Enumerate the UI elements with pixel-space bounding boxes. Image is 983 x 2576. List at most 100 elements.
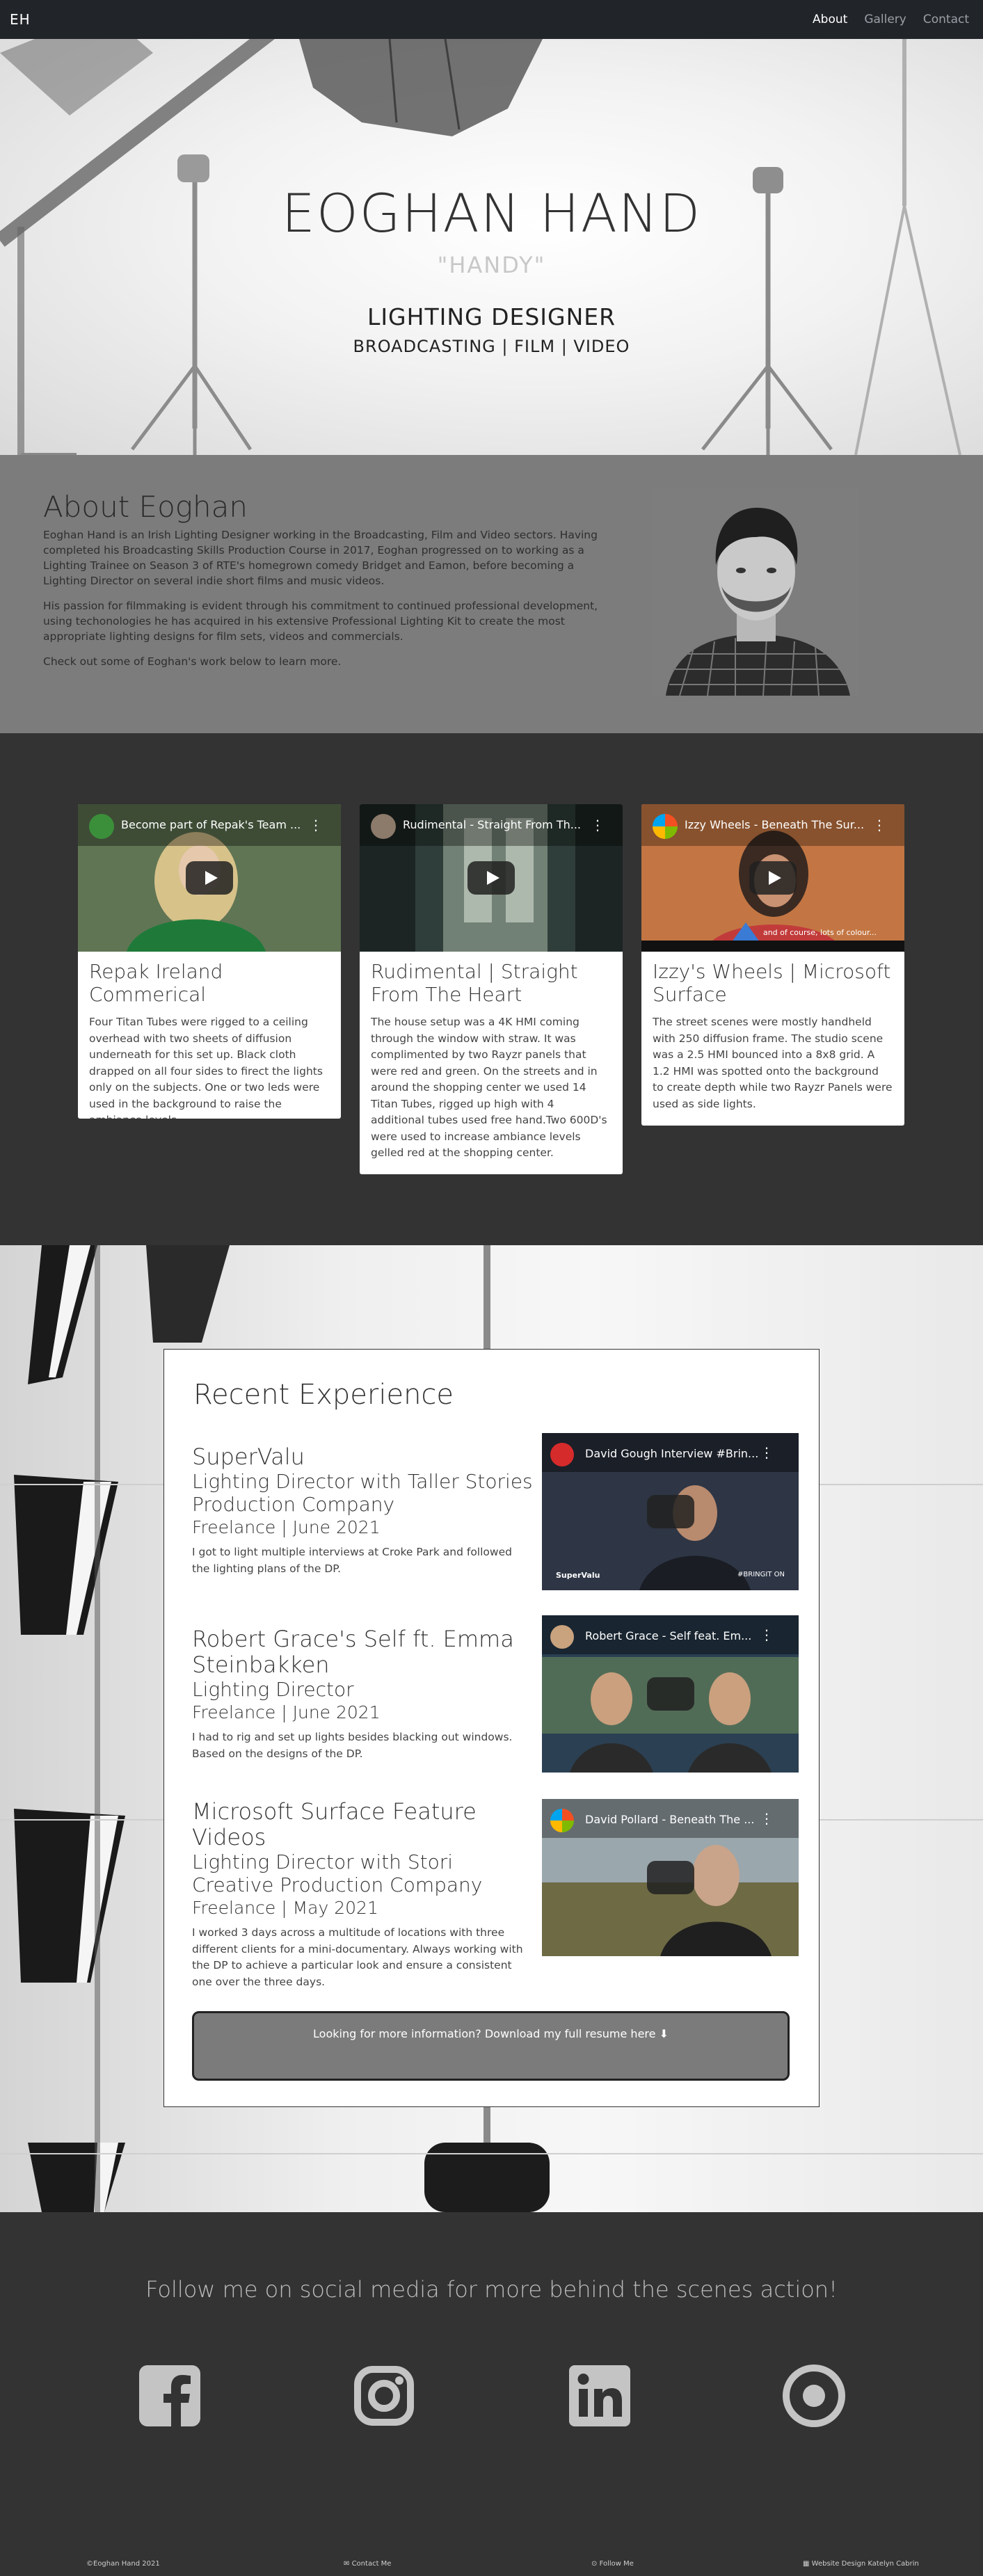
footer-credit-label: Website Design Katelyn Cabrin bbox=[811, 2560, 919, 2568]
video-title[interactable]: Become part of Repak's Team ... bbox=[121, 818, 316, 831]
hero-section: EOGHAN HAND "HANDY" LIGHTING DESIGNER BR… bbox=[0, 39, 983, 455]
project-description: The house setup was a 4K HMI coming thro… bbox=[371, 1016, 607, 1159]
download-icon: ⬇ bbox=[659, 2027, 669, 2040]
resume-text: Looking for more information? Download m… bbox=[313, 2027, 656, 2040]
video-embed[interactable]: Izzy Wheels - Beneath The Sur... ⋮ and o… bbox=[641, 804, 904, 952]
footer-contact-label: Contact Me bbox=[351, 2560, 392, 2568]
studio-lights-background bbox=[0, 39, 961, 455]
hero-role: LIGHTING DESIGNER bbox=[367, 303, 616, 330]
about-title: About Eoghan bbox=[43, 490, 248, 524]
resume-download-label: Looking for more information? Download m… bbox=[194, 2027, 788, 2040]
instagram-icon[interactable] bbox=[351, 2362, 417, 2429]
video-title[interactable]: David Gough Interview #Brin... bbox=[585, 1447, 758, 1460]
about-paragraph: Eoghan Hand is an Irish Lighting Designe… bbox=[43, 529, 598, 587]
footer-follow-link[interactable]: ⊙ Follow Me bbox=[591, 2560, 634, 2568]
brand-logo[interactable]: EH bbox=[10, 11, 31, 28]
video-tag: #BRINGIT ON bbox=[737, 1571, 785, 1578]
video-embed[interactable]: Rudimental - Straight From Th... ⋮ bbox=[360, 804, 623, 952]
job-title: SuperValu bbox=[192, 1443, 305, 1470]
channel-avatar[interactable] bbox=[550, 1443, 574, 1466]
project-card: Izzy Wheels - Beneath The Sur... ⋮ and o… bbox=[641, 804, 904, 1126]
project-title: Rudimental | Straight From The Heart bbox=[371, 960, 578, 1006]
share-icon: ⊙ bbox=[591, 2560, 598, 2568]
social-title: Follow me on social media for more behin… bbox=[145, 2276, 838, 2303]
channel-avatar[interactable] bbox=[89, 814, 114, 839]
experience-section: Recent Experience SuperValu Lighting Dir… bbox=[0, 1245, 983, 2212]
job-title: Robert Grace's Self ft. Emma Steinbakken bbox=[192, 1626, 514, 1678]
play-button[interactable] bbox=[186, 861, 233, 895]
hero-nickname: "HANDY" bbox=[437, 252, 546, 278]
channel-avatar[interactable] bbox=[550, 1625, 574, 1649]
job-description: I worked 3 days across a multitude of lo… bbox=[192, 1926, 523, 1988]
nav-link-gallery[interactable]: Gallery bbox=[864, 13, 906, 26]
nav-link-about[interactable]: About bbox=[813, 13, 847, 26]
job-meta: Freelance | June 2021 bbox=[192, 1702, 381, 1722]
video-title[interactable]: Izzy Wheels - Beneath The Sur... bbox=[685, 818, 879, 831]
nav-links: About Gallery Contact bbox=[813, 13, 973, 26]
video-caption: and of course, lots of colour... bbox=[762, 928, 877, 937]
linkedin-icon[interactable] bbox=[566, 2362, 633, 2429]
about-paragraph: His passion for filmmaking is evident th… bbox=[43, 600, 598, 643]
nav-link-contact[interactable]: Contact bbox=[923, 13, 969, 26]
job-description: I got to light multiple interviews at Cr… bbox=[192, 1546, 512, 1575]
play-button[interactable] bbox=[749, 861, 797, 895]
project-description: The street scenes were mostly handheld w… bbox=[653, 1016, 893, 1110]
more-options-icon[interactable]: ⋮ bbox=[872, 817, 886, 833]
video-embed[interactable]: Become part of Repak's Team ... ⋮ bbox=[78, 804, 341, 952]
channel-avatar[interactable] bbox=[371, 814, 396, 839]
more-options-icon[interactable]: ⋮ bbox=[760, 1810, 774, 1827]
grid-icon: ▦ bbox=[803, 2560, 810, 2568]
video-title[interactable]: Rudimental - Straight From Th... bbox=[403, 818, 598, 831]
video-embed[interactable]: David Pollard - Beneath The ... ⋮ bbox=[542, 1799, 799, 1956]
footer-credit: ▦ Website Design Katelyn Cabrin bbox=[803, 2560, 919, 2568]
video-title[interactable]: David Pollard - Beneath The ... bbox=[585, 1813, 754, 1826]
project-title: Izzy's Wheels | Microsoft Surface bbox=[653, 960, 891, 1006]
about-section: About Eoghan Eoghan Hand is an Irish Lig… bbox=[0, 455, 983, 733]
target-icon[interactable] bbox=[781, 2362, 847, 2429]
video-title[interactable]: Robert Grace - Self feat. Em... bbox=[585, 1629, 751, 1642]
footer-copyright: ©Eoghan Hand 2021 bbox=[86, 2560, 160, 2568]
play-button[interactable] bbox=[646, 1677, 694, 1711]
about-text: Eoghan Hand is an Irish Lighting Designe… bbox=[43, 527, 614, 679]
projects-section: Become part of Repak's Team ... ⋮ Repak … bbox=[0, 733, 983, 1245]
play-button[interactable] bbox=[467, 861, 515, 895]
footer-contact-link[interactable]: ✉ Contact Me bbox=[344, 2560, 391, 2568]
video-badge: SuperValu bbox=[556, 1571, 600, 1580]
mail-icon: ✉ bbox=[344, 2560, 350, 2568]
play-button[interactable] bbox=[646, 1495, 694, 1528]
job-meta: Freelance | June 2021 bbox=[192, 1517, 381, 1537]
video-embed[interactable]: David Gough Interview #Brin... ⋮ SuperVa… bbox=[542, 1433, 799, 1590]
experience-panel: Recent Experience SuperValu Lighting Dir… bbox=[163, 1349, 820, 2107]
hero-subtitle: BROADCASTING | FILM | VIDEO bbox=[353, 337, 630, 356]
social-section: Follow me on social media for more behin… bbox=[0, 2212, 983, 2576]
more-options-icon[interactable]: ⋮ bbox=[760, 1626, 774, 1643]
facebook-icon[interactable] bbox=[136, 2362, 203, 2429]
project-description: Four Titan Tubes were rigged to a ceilin… bbox=[89, 1016, 323, 1119]
play-button[interactable] bbox=[646, 1861, 694, 1894]
job-role: Lighting Director bbox=[192, 1678, 354, 1701]
job-role: Lighting Director with Stori Creative Pr… bbox=[192, 1850, 483, 1896]
job-title: Microsoft Surface Feature Videos bbox=[192, 1798, 477, 1850]
video-embed[interactable]: Robert Grace - Self feat. Em... ⋮ bbox=[542, 1615, 799, 1773]
project-title: Repak Ireland Commerical bbox=[89, 960, 223, 1006]
resume-download-button[interactable]: Looking for more information? Download m… bbox=[192, 2011, 790, 2081]
project-card: Rudimental - Straight From Th... ⋮ Rudim… bbox=[360, 804, 623, 1174]
channel-avatar[interactable] bbox=[550, 1809, 574, 1832]
more-options-icon[interactable]: ⋮ bbox=[591, 817, 605, 833]
job-role: Lighting Director with Taller Stories Pr… bbox=[192, 1470, 533, 1516]
footer-follow-label: Follow Me bbox=[599, 2560, 634, 2568]
job-meta: Freelance | May 2021 bbox=[192, 1898, 378, 1918]
job-entry: Robert Grace's Self ft. Emma Steinbakken… bbox=[192, 1626, 533, 1762]
navbar: EH About Gallery Contact bbox=[0, 0, 983, 39]
project-card: Become part of Repak's Team ... ⋮ Repak … bbox=[78, 804, 341, 1119]
experience-heading: Recent Experience bbox=[193, 1379, 454, 1411]
about-paragraph: Check out some of Eoghan's work below to… bbox=[43, 655, 342, 668]
footer: ©Eoghan Hand 2021 ✉ Contact Me ⊙ Follow … bbox=[0, 2560, 983, 2574]
portrait-photo bbox=[652, 488, 859, 696]
job-description: I had to rig and set up lights besides b… bbox=[192, 1731, 513, 1760]
more-options-icon[interactable]: ⋮ bbox=[309, 817, 323, 833]
job-entry: SuperValu Lighting Director with Taller … bbox=[192, 1444, 533, 1577]
hero-name: EOGHAN HAND bbox=[281, 182, 702, 244]
more-options-icon[interactable]: ⋮ bbox=[760, 1444, 774, 1461]
channel-avatar[interactable] bbox=[653, 814, 678, 839]
